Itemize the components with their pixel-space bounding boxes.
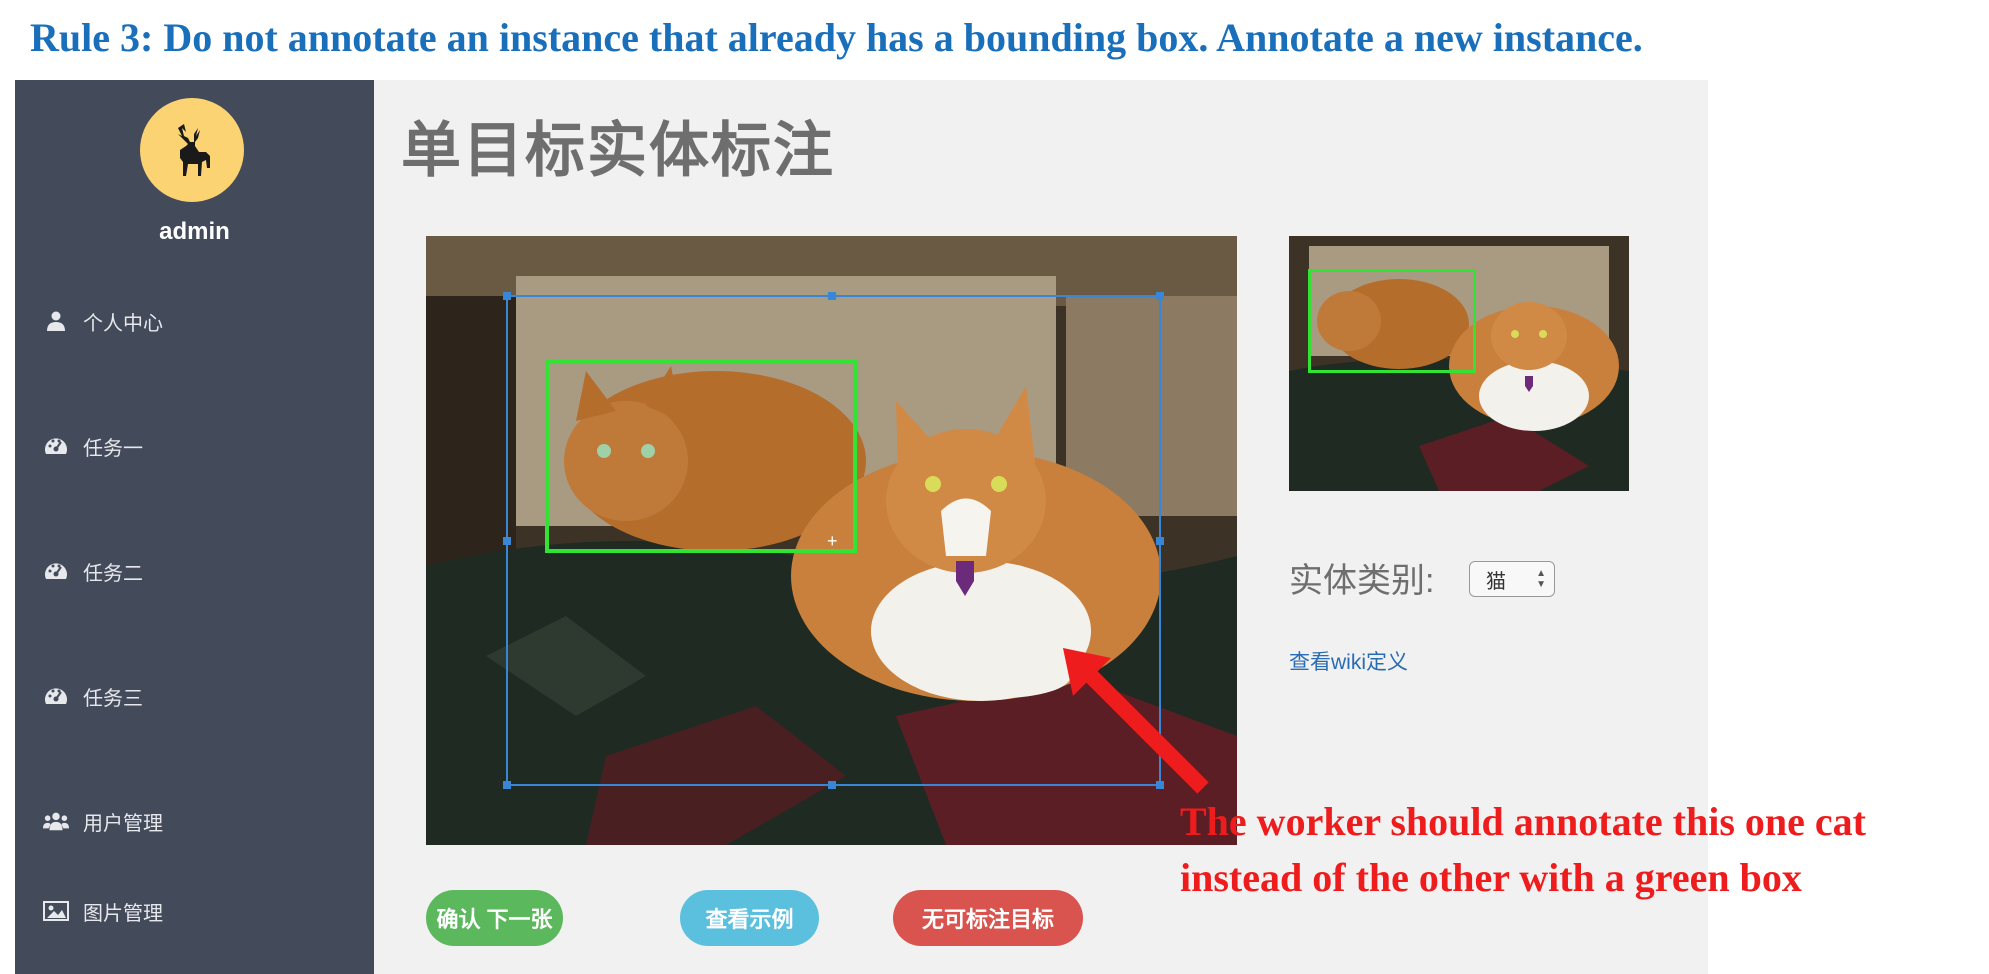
sidebar-item-label: 用户管理 [83,812,163,835]
wiki-definition-link[interactable]: 查看wiki定义 [1289,646,1408,676]
page-title: 单目标实体标注 [401,117,835,184]
resize-handle[interactable] [1156,292,1164,300]
dashboard-icon [43,435,69,457]
resize-handle[interactable] [503,292,511,300]
reference-thumbnail [1289,236,1629,491]
thumbnail-green-box [1308,269,1476,373]
image-icon [43,900,69,922]
sidebar-item-user-management[interactable]: 用户管理 [43,804,163,838]
rule-caption: Rule 3: Do not annotate an instance that… [30,15,1643,60]
sidebar-item-label: 任务二 [83,562,143,585]
sidebar-item-label: 任务一 [83,437,143,460]
sidebar-item-task-1[interactable]: 任务一 [43,429,143,463]
sidebar-item-label: 个人中心 [83,312,163,335]
sidebar: admin 个人中心 任务一 任务二 任务三 用户管理 图片管理 [15,80,374,974]
sidebar-item-label: 图片管理 [83,902,163,925]
resize-handle[interactable] [828,292,836,300]
annotation-note-line: The worker should annotate this one cat [1180,799,1866,844]
red-arrow-icon [1063,648,1209,794]
annotation-note: The worker should annotate this one cat … [1180,794,1866,906]
dashboard-icon [43,560,69,582]
user-icon [43,310,69,332]
sidebar-item-task-2[interactable]: 任务二 [43,554,143,588]
sidebar-item-image-management[interactable]: 图片管理 [43,894,163,928]
resize-handle[interactable] [503,781,511,789]
users-icon [43,810,69,832]
no-target-button[interactable]: 无可标注目标 [893,890,1083,946]
resize-handle[interactable] [503,537,511,545]
entity-category-label: 实体类别: [1289,562,1435,600]
resize-handle[interactable] [1156,537,1164,545]
sidebar-item-task-3[interactable]: 任务三 [43,679,143,713]
confirm-next-button[interactable]: 确认 下一张 [426,890,563,946]
view-example-button[interactable]: 查看示例 [680,890,819,946]
annotation-note-line: instead of the other with a green box [1180,855,1802,900]
username: admin [159,218,230,245]
sidebar-item-label: 任务三 [83,687,143,710]
entity-category-value: 猫 [1486,570,1506,593]
dashboard-icon [43,685,69,707]
sidebar-item-profile[interactable]: 个人中心 [43,304,163,338]
entity-category-select[interactable]: 猫 ▲ ▼ [1469,561,1555,597]
avatar [140,98,244,202]
resize-handle[interactable] [828,781,836,789]
elk-icon [178,124,210,176]
select-arrows-icon: ▲ ▼ [1536,568,1546,590]
